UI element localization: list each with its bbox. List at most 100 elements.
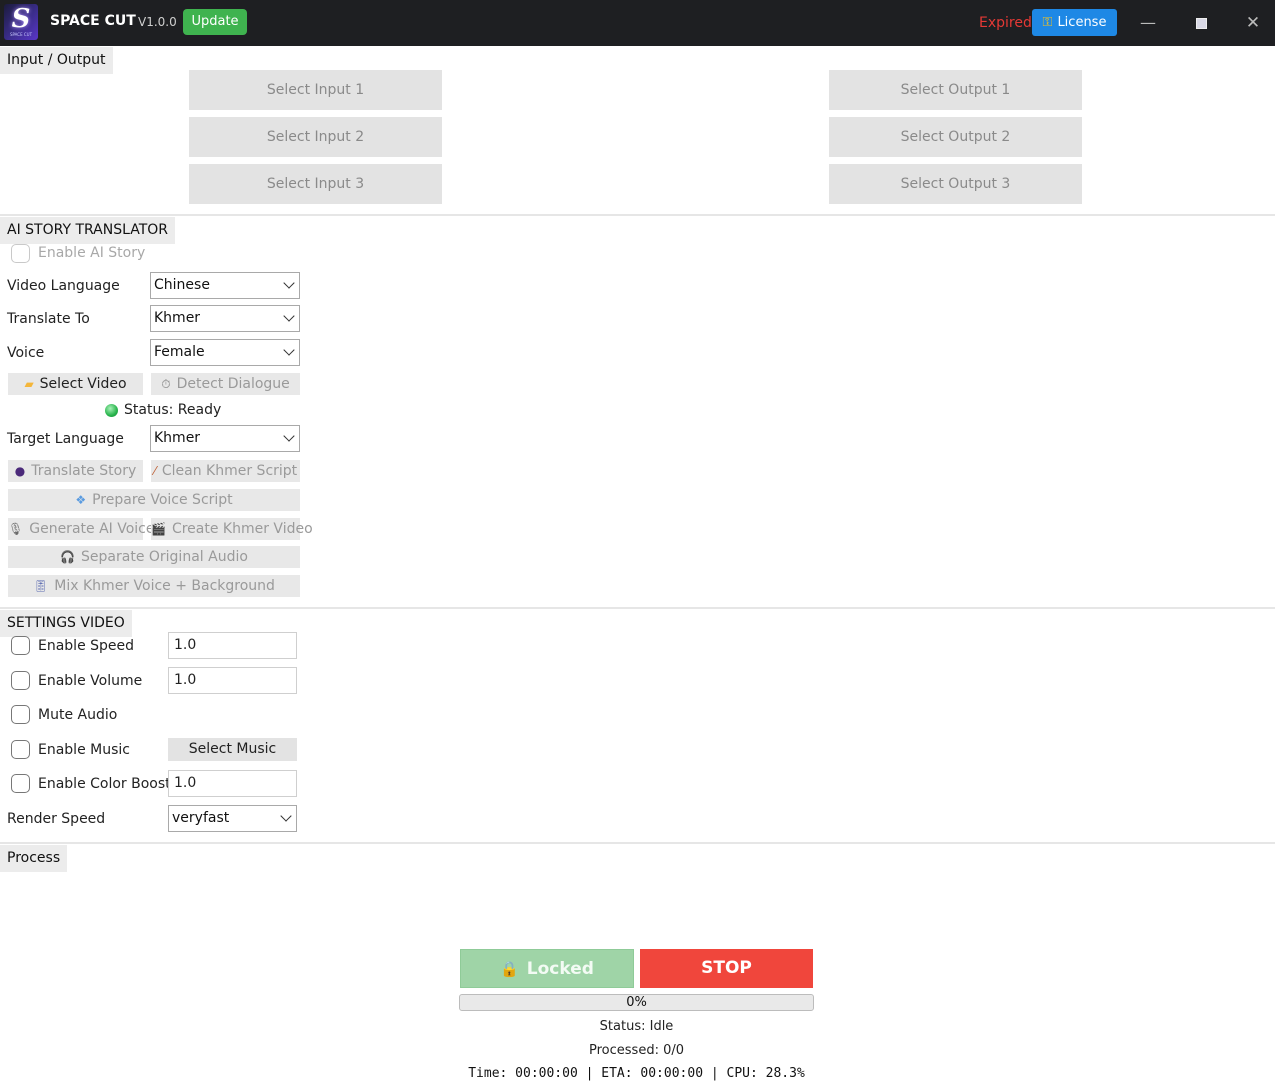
enable-music-checkbox[interactable] (11, 740, 30, 759)
target-language-select[interactable]: Khmer (150, 425, 300, 452)
brush-icon: ⁄ (153, 464, 156, 478)
enable-color-boost-checkbox[interactable] (11, 774, 30, 793)
stop-button[interactable]: STOP (640, 949, 813, 988)
mute-audio-checkbox[interactable] (11, 705, 30, 724)
enable-volume-label: Enable Volume (38, 673, 143, 689)
minimize-button[interactable]: — (1133, 8, 1163, 38)
headphones-icon: 🎧 (60, 550, 76, 564)
enable-ai-story-label: Enable AI Story (38, 245, 146, 261)
locked-start-button[interactable]: 🔒 Locked (460, 949, 634, 988)
section-title-process: Process (0, 845, 68, 872)
mix-khmer-voice-button[interactable]: 🎚 Mix Khmer Voice + Background (8, 575, 300, 597)
key-icon: ⚿ (1042, 15, 1053, 30)
select-output-3-button[interactable]: Select Output 3 (829, 164, 1082, 204)
ai-status-text: Status: Ready (124, 402, 222, 418)
update-button[interactable]: Update (183, 9, 247, 35)
voice-label: Voice (7, 345, 45, 361)
select-input-2-button[interactable]: Select Input 2 (189, 117, 442, 157)
process-status-text: Status: Idle (599, 1019, 674, 1034)
chevron-down-icon (282, 310, 296, 326)
enable-volume-checkbox[interactable] (11, 671, 30, 690)
progress-percent: 0% (626, 995, 647, 1010)
section-title-settings-video: SETTINGS VIDEO (0, 610, 132, 637)
target-language-value: Khmer (154, 430, 201, 446)
lock-icon: 🔒 (500, 960, 519, 978)
voice-select[interactable]: Female (150, 339, 300, 366)
license-status-text: Expired (979, 15, 1032, 31)
create-khmer-video-button[interactable]: 🎬 Create Khmer Video (151, 518, 313, 540)
logo-caption: SPACE CUT (9, 32, 33, 37)
render-speed-select[interactable]: veryfast (168, 805, 297, 832)
translate-to-value: Khmer (154, 310, 201, 326)
section-divider (0, 842, 1275, 844)
enable-music-label: Enable Music (38, 742, 130, 758)
section-title-input-output: Input / Output (0, 47, 113, 74)
volume-input[interactable]: 1.0 (168, 667, 297, 694)
render-speed-value: veryfast (172, 810, 230, 826)
close-button[interactable]: ✕ (1238, 8, 1268, 38)
section-title-ai-story: AI STORY TRANSLATOR (0, 217, 176, 244)
clapperboard-icon: 🎬 (151, 522, 166, 536)
separate-original-audio-label: Separate Original Audio (81, 549, 248, 565)
section-divider (0, 214, 1275, 216)
maximize-button[interactable] (1186, 8, 1216, 38)
app-version: V1.0.0 (138, 15, 177, 29)
video-language-label: Video Language (7, 278, 120, 294)
enable-color-boost-label: Enable Color Boost (38, 776, 171, 792)
chevron-down-icon (282, 277, 296, 293)
mix-khmer-voice-label: Mix Khmer Voice + Background (54, 578, 275, 594)
enable-speed-label: Enable Speed (38, 638, 135, 654)
prepare-voice-script-label: Prepare Voice Script (92, 492, 233, 508)
enable-speed-checkbox[interactable] (11, 636, 30, 655)
translate-story-label: Translate Story (31, 463, 137, 479)
folder-icon: ▰ (24, 377, 34, 391)
app-name: SPACE CUT (50, 13, 136, 29)
process-metrics-text: Time: 00:00:00 | ETA: 00:00:00 | CPU: 28… (468, 1066, 805, 1081)
prepare-voice-script-button[interactable]: ❖ Prepare Voice Script (8, 489, 300, 511)
speaking-head-icon: ● (14, 464, 26, 478)
clean-khmer-script-label: Clean Khmer Script (161, 463, 298, 479)
translate-to-label: Translate To (7, 311, 90, 327)
clean-khmer-script-button[interactable]: ⁄ Clean Khmer Script (151, 460, 300, 482)
select-input-3-button[interactable]: Select Input 3 (189, 164, 442, 204)
locked-button-label: Locked (526, 959, 594, 979)
voice-value: Female (154, 344, 205, 360)
license-button-label: License (1057, 15, 1107, 30)
status-indicator-icon (105, 404, 118, 417)
microphone-icon: 🎙 (8, 522, 24, 536)
separate-original-audio-button[interactable]: 🎧 Separate Original Audio (8, 546, 300, 568)
generate-ai-voice-label: Generate AI Voice (29, 521, 155, 537)
progress-bar: 0% (459, 994, 814, 1011)
license-button[interactable]: ⚿ License (1032, 9, 1117, 36)
video-language-value: Chinese (154, 277, 210, 293)
translate-to-select[interactable]: Khmer (150, 305, 300, 332)
app-logo: S SPACE CUT (4, 4, 38, 40)
select-output-2-button[interactable]: Select Output 2 (829, 117, 1082, 157)
mixer-icon: 🎚 (33, 579, 49, 593)
render-speed-label: Render Speed (7, 811, 106, 827)
create-khmer-video-label: Create Khmer Video (171, 521, 313, 537)
translate-story-button[interactable]: ● Translate Story (8, 460, 143, 482)
select-music-button[interactable]: Select Music (168, 738, 297, 761)
select-video-label: Select Video (39, 376, 127, 392)
section-divider (0, 607, 1275, 609)
maximize-icon (1195, 18, 1207, 29)
color-boost-input[interactable]: 1.0 (168, 770, 297, 797)
enable-ai-story-checkbox[interactable] (11, 244, 30, 263)
select-input-1-button[interactable]: Select Input 1 (189, 70, 442, 110)
logo-letter: S (11, 4, 31, 34)
chevron-down-icon (282, 344, 296, 360)
speech-bubbles-icon: ❖ (75, 493, 87, 507)
select-video-button[interactable]: ▰ Select Video (8, 373, 143, 395)
detect-dialogue-label: Detect Dialogue (176, 376, 290, 392)
detect-dialogue-button[interactable]: ⏱ Detect Dialogue (151, 373, 300, 395)
title-bar: S SPACE CUT SPACE CUT V1.0.0 Update Expi… (0, 0, 1275, 46)
app-window: S SPACE CUT SPACE CUT V1.0.0 Update Expi… (0, 0, 1275, 1081)
mute-audio-label: Mute Audio (38, 707, 118, 723)
select-output-1-button[interactable]: Select Output 1 (829, 70, 1082, 110)
stopwatch-icon: ⏱ (161, 377, 171, 391)
speed-input[interactable]: 1.0 (168, 632, 297, 659)
generate-ai-voice-button[interactable]: 🎙 Generate AI Voice (8, 518, 154, 540)
video-language-select[interactable]: Chinese (150, 272, 300, 299)
target-language-label: Target Language (7, 431, 124, 447)
